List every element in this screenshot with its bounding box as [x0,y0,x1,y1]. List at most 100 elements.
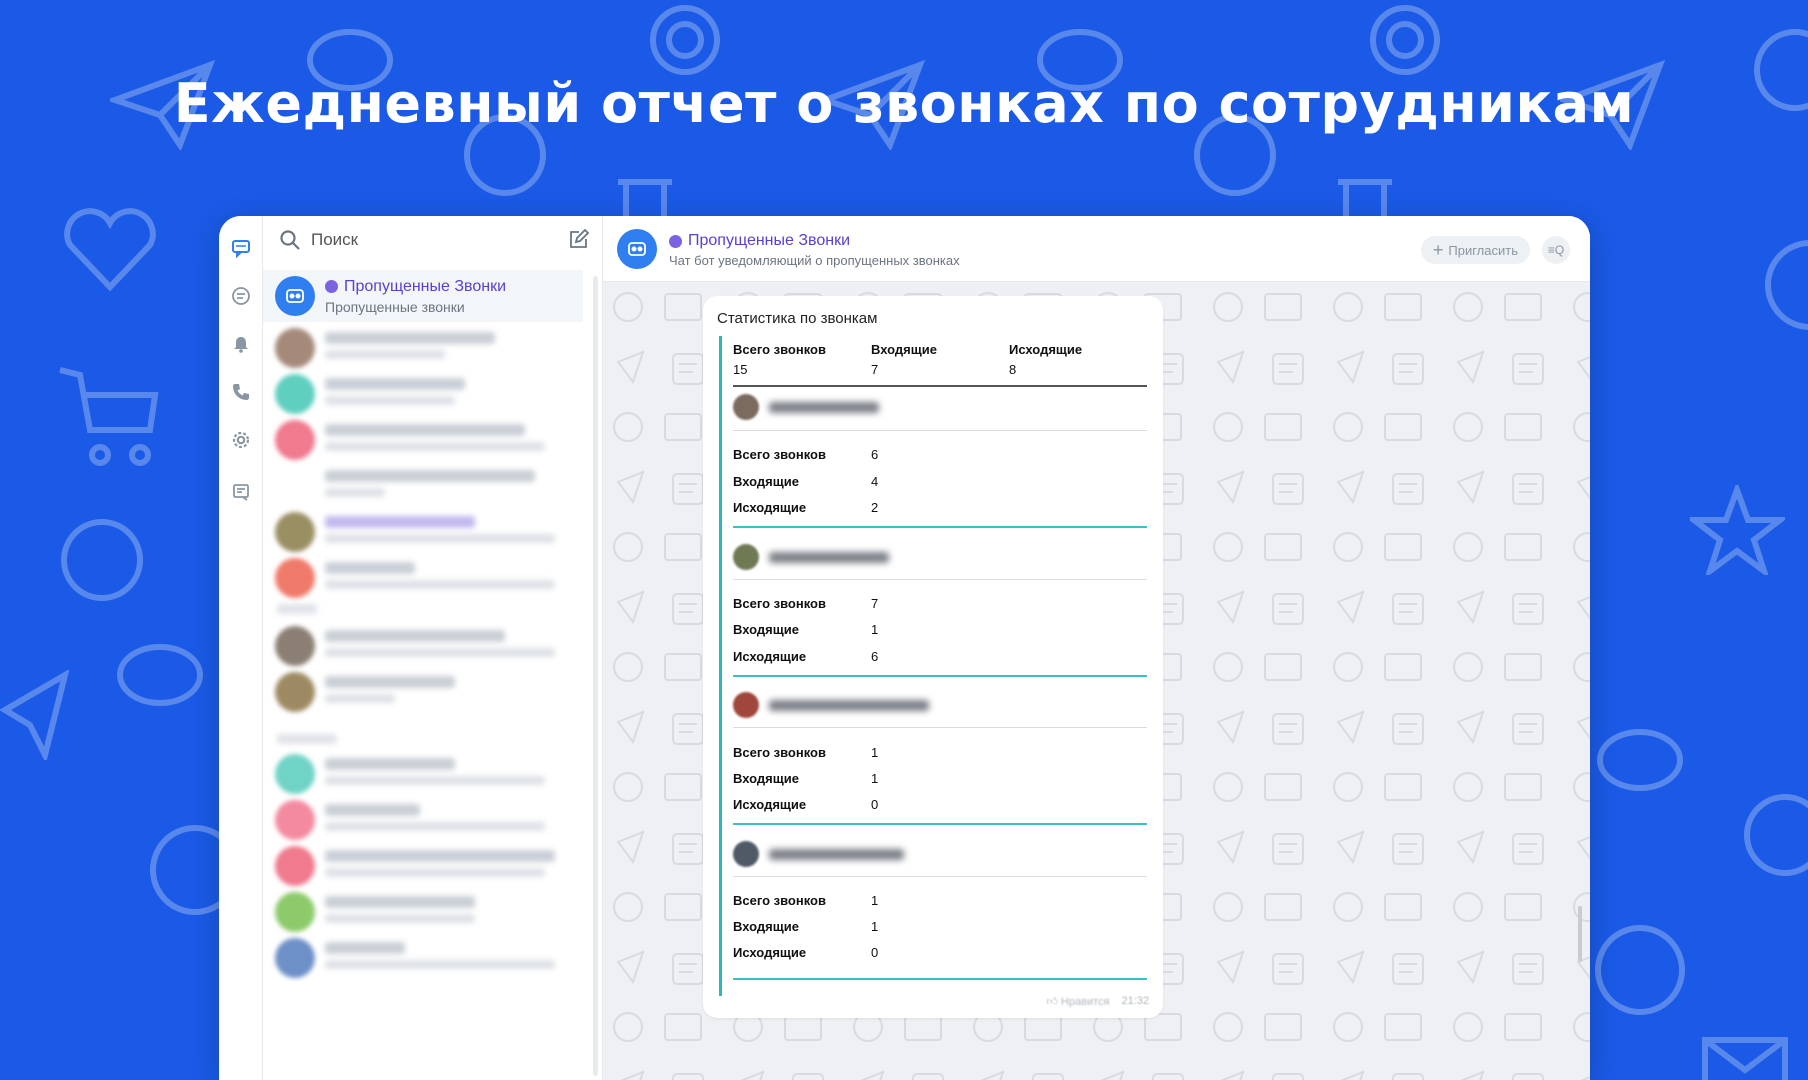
phone-icon[interactable] [229,380,253,404]
stat-value-incoming: 1 [871,622,879,637]
employee-separator [733,526,1147,528]
chat-header: Пропущенные Звонки Чат бот уведомляющий … [603,216,1590,282]
list-item[interactable] [263,552,583,604]
chat-item-title: Пропущенные Звонки [344,277,507,295]
bot-badge-icon [325,280,338,293]
avatar [275,558,315,598]
employee-name-redacted [769,699,929,711]
avatar [275,846,315,886]
search-bar [263,216,602,264]
stat-label-total: Всего звонков [733,447,826,462]
summary-value-total: 15 [733,362,748,377]
nav-rail [219,216,263,1080]
employee-header [733,540,889,574]
avatar [275,938,315,978]
list-item[interactable] [263,506,583,558]
chat-title-text: Пропущенные Звонки [688,232,851,249]
stat-value-outgoing: 0 [871,945,879,960]
stat-label-outgoing: Исходящие [733,945,807,960]
face-icon [1744,794,1808,876]
chat-item-missed-calls[interactable]: Пропущенные Звонки Пропущенные звонки [263,270,583,322]
stat-value-incoming: 1 [871,919,879,934]
gear-icon [650,5,720,75]
stats-message: Статистика по звонкам Всего звонков Вход… [703,296,1163,1018]
chat-list-scrollbar[interactable] [593,276,598,1076]
avatar [275,754,315,794]
employee-name-redacted [769,401,879,413]
stat-value-outgoing: 2 [871,500,879,515]
chat-subtitle: Чат бот уведомляющий о пропущенных звонк… [669,253,960,268]
employee-divider [733,430,1147,431]
stat-value-total: 1 [871,893,879,908]
channels-icon[interactable] [229,284,253,308]
summary-header-total: Всего звонков [733,342,826,357]
avatar [275,512,315,552]
stat-value-total: 7 [871,596,879,611]
summary-header-incoming: Входящие [871,342,937,357]
pie-chart-icon [1765,240,1808,330]
list-item[interactable] [263,886,583,938]
notes-icon[interactable] [229,480,253,504]
invite-button[interactable]: + Пригласить [1420,236,1530,264]
message-time: 21:32 [1121,995,1149,1007]
employee-avatar [733,544,759,570]
list-item[interactable] [263,932,583,984]
employee-avatar [733,841,759,867]
chat-pane: Пропущенные Звонки Чат бот уведомляющий … [603,216,1590,1080]
avatar [275,892,315,932]
paper-plane-icon [0,670,70,760]
list-item[interactable] [263,414,583,466]
employee-name-redacted [769,848,904,860]
list-item[interactable] [263,840,583,892]
gear-icon [1370,5,1440,75]
chat-bubble-icon [61,519,143,601]
chat-icon[interactable] [229,236,253,260]
plus-icon: + [1432,239,1444,260]
list-item[interactable] [263,322,583,374]
stat-label-incoming: Входящие [733,474,799,489]
cart-icon [59,367,159,466]
search-icon [280,230,300,250]
piggy-bank-icon [117,644,203,706]
stat-label-outgoing: Исходящие [733,797,807,812]
list-section-header [277,734,337,744]
employee-divider [733,876,1147,877]
search-in-chat-button[interactable]: ≡Q [1542,236,1570,264]
invite-button-label: Пригласить [1448,242,1518,258]
chat-title: Пропущенные Звонки [669,232,850,250]
pie-chart-icon [1595,925,1685,1015]
employee-header [733,837,904,871]
mail-icon [1702,1037,1788,1080]
list-item[interactable] [263,620,583,672]
like-label: Нравится [1060,996,1110,1008]
chat-scrollbar[interactable] [1578,906,1582,962]
stat-label-total: Всего звонков [733,745,826,760]
list-item[interactable] [263,460,583,512]
page-headline: Ежедневный отчет о звонках по сотрудника… [173,72,1635,135]
list-item[interactable] [263,666,583,718]
message-title: Статистика по звонкам [717,310,878,327]
employee-divider [733,727,1147,728]
stat-label-incoming: Входящие [733,919,799,934]
avatar [275,800,315,840]
compose-icon[interactable] [568,228,590,250]
avatar [275,374,315,414]
list-item[interactable] [263,368,583,420]
search-input[interactable] [311,230,531,250]
stat-value-total: 1 [871,745,879,760]
stat-label-outgoing: Исходящие [733,649,807,664]
avatar [275,328,315,368]
stat-label-outgoing: Исходящие [733,500,807,515]
employee-separator [733,823,1147,825]
list-item[interactable] [263,794,583,846]
bell-icon[interactable] [229,332,253,356]
employee-header [733,390,879,424]
heart-icon [64,208,156,292]
chat-list-panel: Пропущенные Звонки Пропущенные звонки [263,216,603,1080]
employee-divider [733,579,1147,580]
stat-value-total: 6 [871,447,879,462]
gear-icon[interactable] [229,428,253,452]
employee-avatar [733,394,759,420]
like-button[interactable]: 👍︎ Нравится [1046,995,1109,1008]
list-item[interactable] [263,748,583,800]
